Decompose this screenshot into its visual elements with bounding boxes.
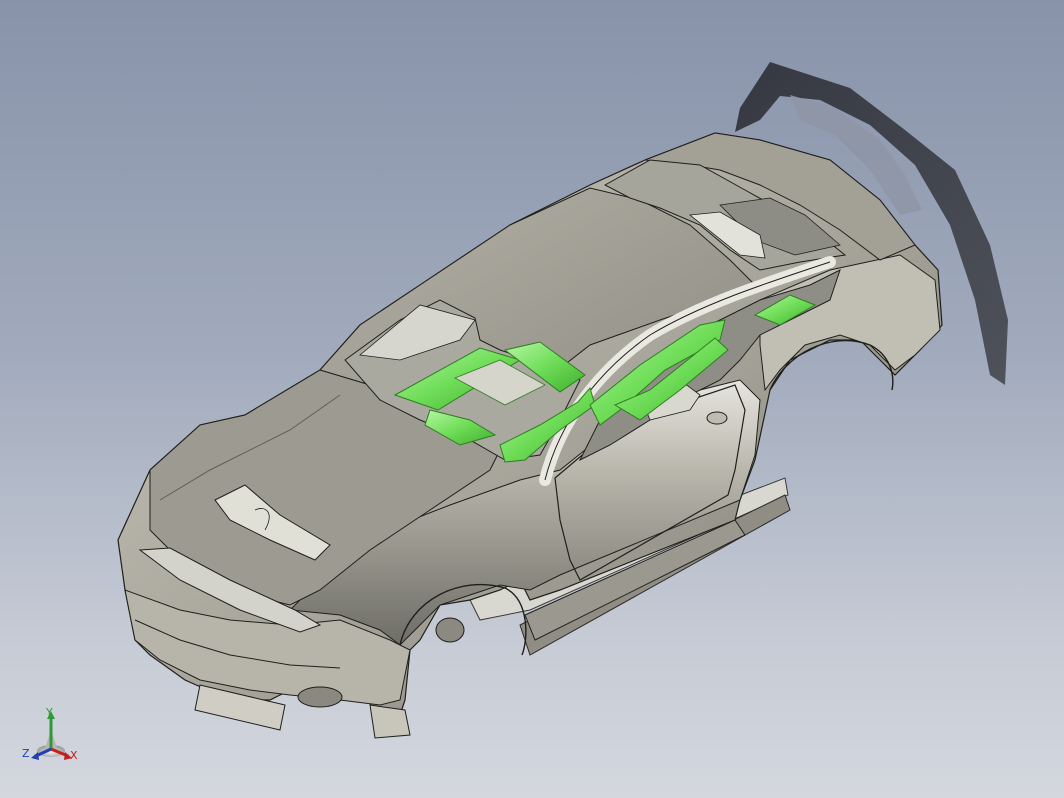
triad-x-label: X <box>70 749 78 762</box>
front-splitter <box>369 704 411 739</box>
view-orientation-triad[interactable]: Y Z X <box>14 700 94 780</box>
triad-z-label: Z <box>22 747 30 760</box>
graphics-viewport[interactable]: Y Z X <box>0 0 1064 798</box>
triad-y-label: Y <box>46 706 53 719</box>
side-mirror <box>706 411 728 425</box>
car-body-model[interactable] <box>0 0 1064 798</box>
triad-graphic <box>31 711 72 760</box>
